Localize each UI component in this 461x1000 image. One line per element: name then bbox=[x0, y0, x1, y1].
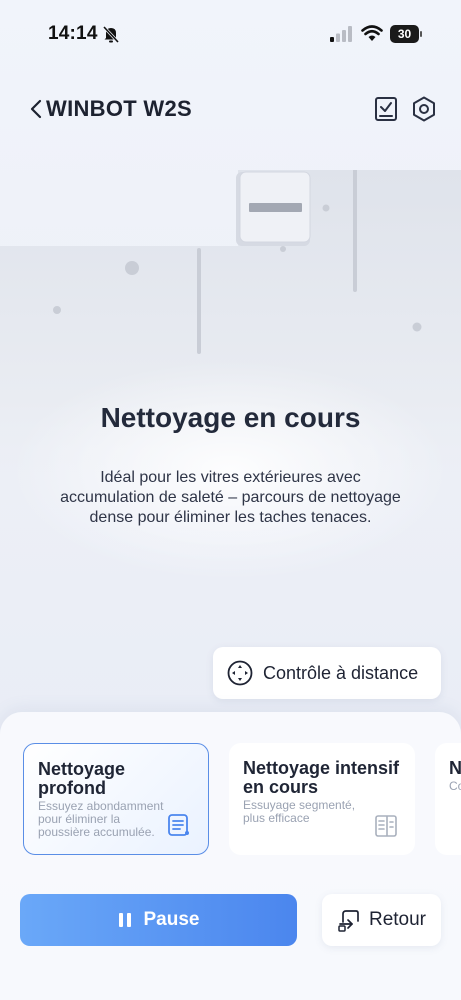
pause-label: Pause bbox=[143, 909, 200, 930]
wifi-icon bbox=[361, 25, 383, 41]
cleaning-status-title: Nettoyage en cours bbox=[100, 402, 361, 433]
pause-button[interactable]: Pause bbox=[20, 894, 297, 946]
deep-clean-icon bbox=[168, 814, 189, 836]
remote-control-label: Contrôle à distance bbox=[263, 662, 419, 683]
mode-description: Essuyez abondamment pour éliminer la pou… bbox=[38, 799, 164, 839]
status-bar: 14:14 30 bbox=[0, 0, 461, 60]
signal-icon bbox=[330, 26, 352, 42]
mode-card-third[interactable]: Nettoyage intensif Co et bbox=[435, 743, 461, 855]
mode-title: Nettoyage profond bbox=[38, 759, 126, 798]
joystick-icon bbox=[227, 660, 253, 686]
checklist-icon[interactable] bbox=[372, 95, 400, 123]
mode-description: Co et bbox=[449, 779, 461, 793]
mode-description: Essuyage segmenté, plus efficace bbox=[243, 798, 356, 825]
battery-cap bbox=[420, 31, 422, 37]
header: WINBOT W2S bbox=[0, 86, 461, 130]
mode-panel: Nettoyage profond Essuyez abondamment po… bbox=[0, 712, 461, 1000]
mode-card-deep-clean[interactable]: Nettoyage profond Essuyez abondamment po… bbox=[23, 743, 209, 855]
pause-icon bbox=[118, 913, 131, 927]
back-button[interactable]: WINBOT W2S bbox=[28, 94, 192, 124]
return-button[interactable]: Retour bbox=[322, 894, 441, 946]
bell-muted-icon bbox=[102, 25, 120, 44]
device-title: WINBOT W2S bbox=[46, 96, 192, 121]
segmented-clean-icon bbox=[375, 815, 397, 837]
return-label: Retour bbox=[368, 909, 427, 930]
settings-icon[interactable] bbox=[410, 95, 438, 123]
remote-control-button[interactable]: Contrôle à distance bbox=[213, 647, 441, 699]
mode-title: Nettoyage intensif bbox=[449, 758, 461, 778]
cleaning-status-description: Idéal pour les vitres extérieures avec a… bbox=[60, 469, 401, 526]
mode-card-intensive-clean[interactable]: Nettoyage intensif en cours Essuyage seg… bbox=[229, 743, 415, 855]
mode-title: Nettoyage intensif en cours bbox=[243, 758, 400, 797]
chevron-left-icon bbox=[30, 99, 42, 119]
battery-indicator: 30 bbox=[390, 25, 422, 43]
return-dock-icon bbox=[338, 910, 359, 932]
status-time: 14:14 bbox=[48, 23, 98, 44]
battery-level: 30 bbox=[390, 25, 419, 43]
